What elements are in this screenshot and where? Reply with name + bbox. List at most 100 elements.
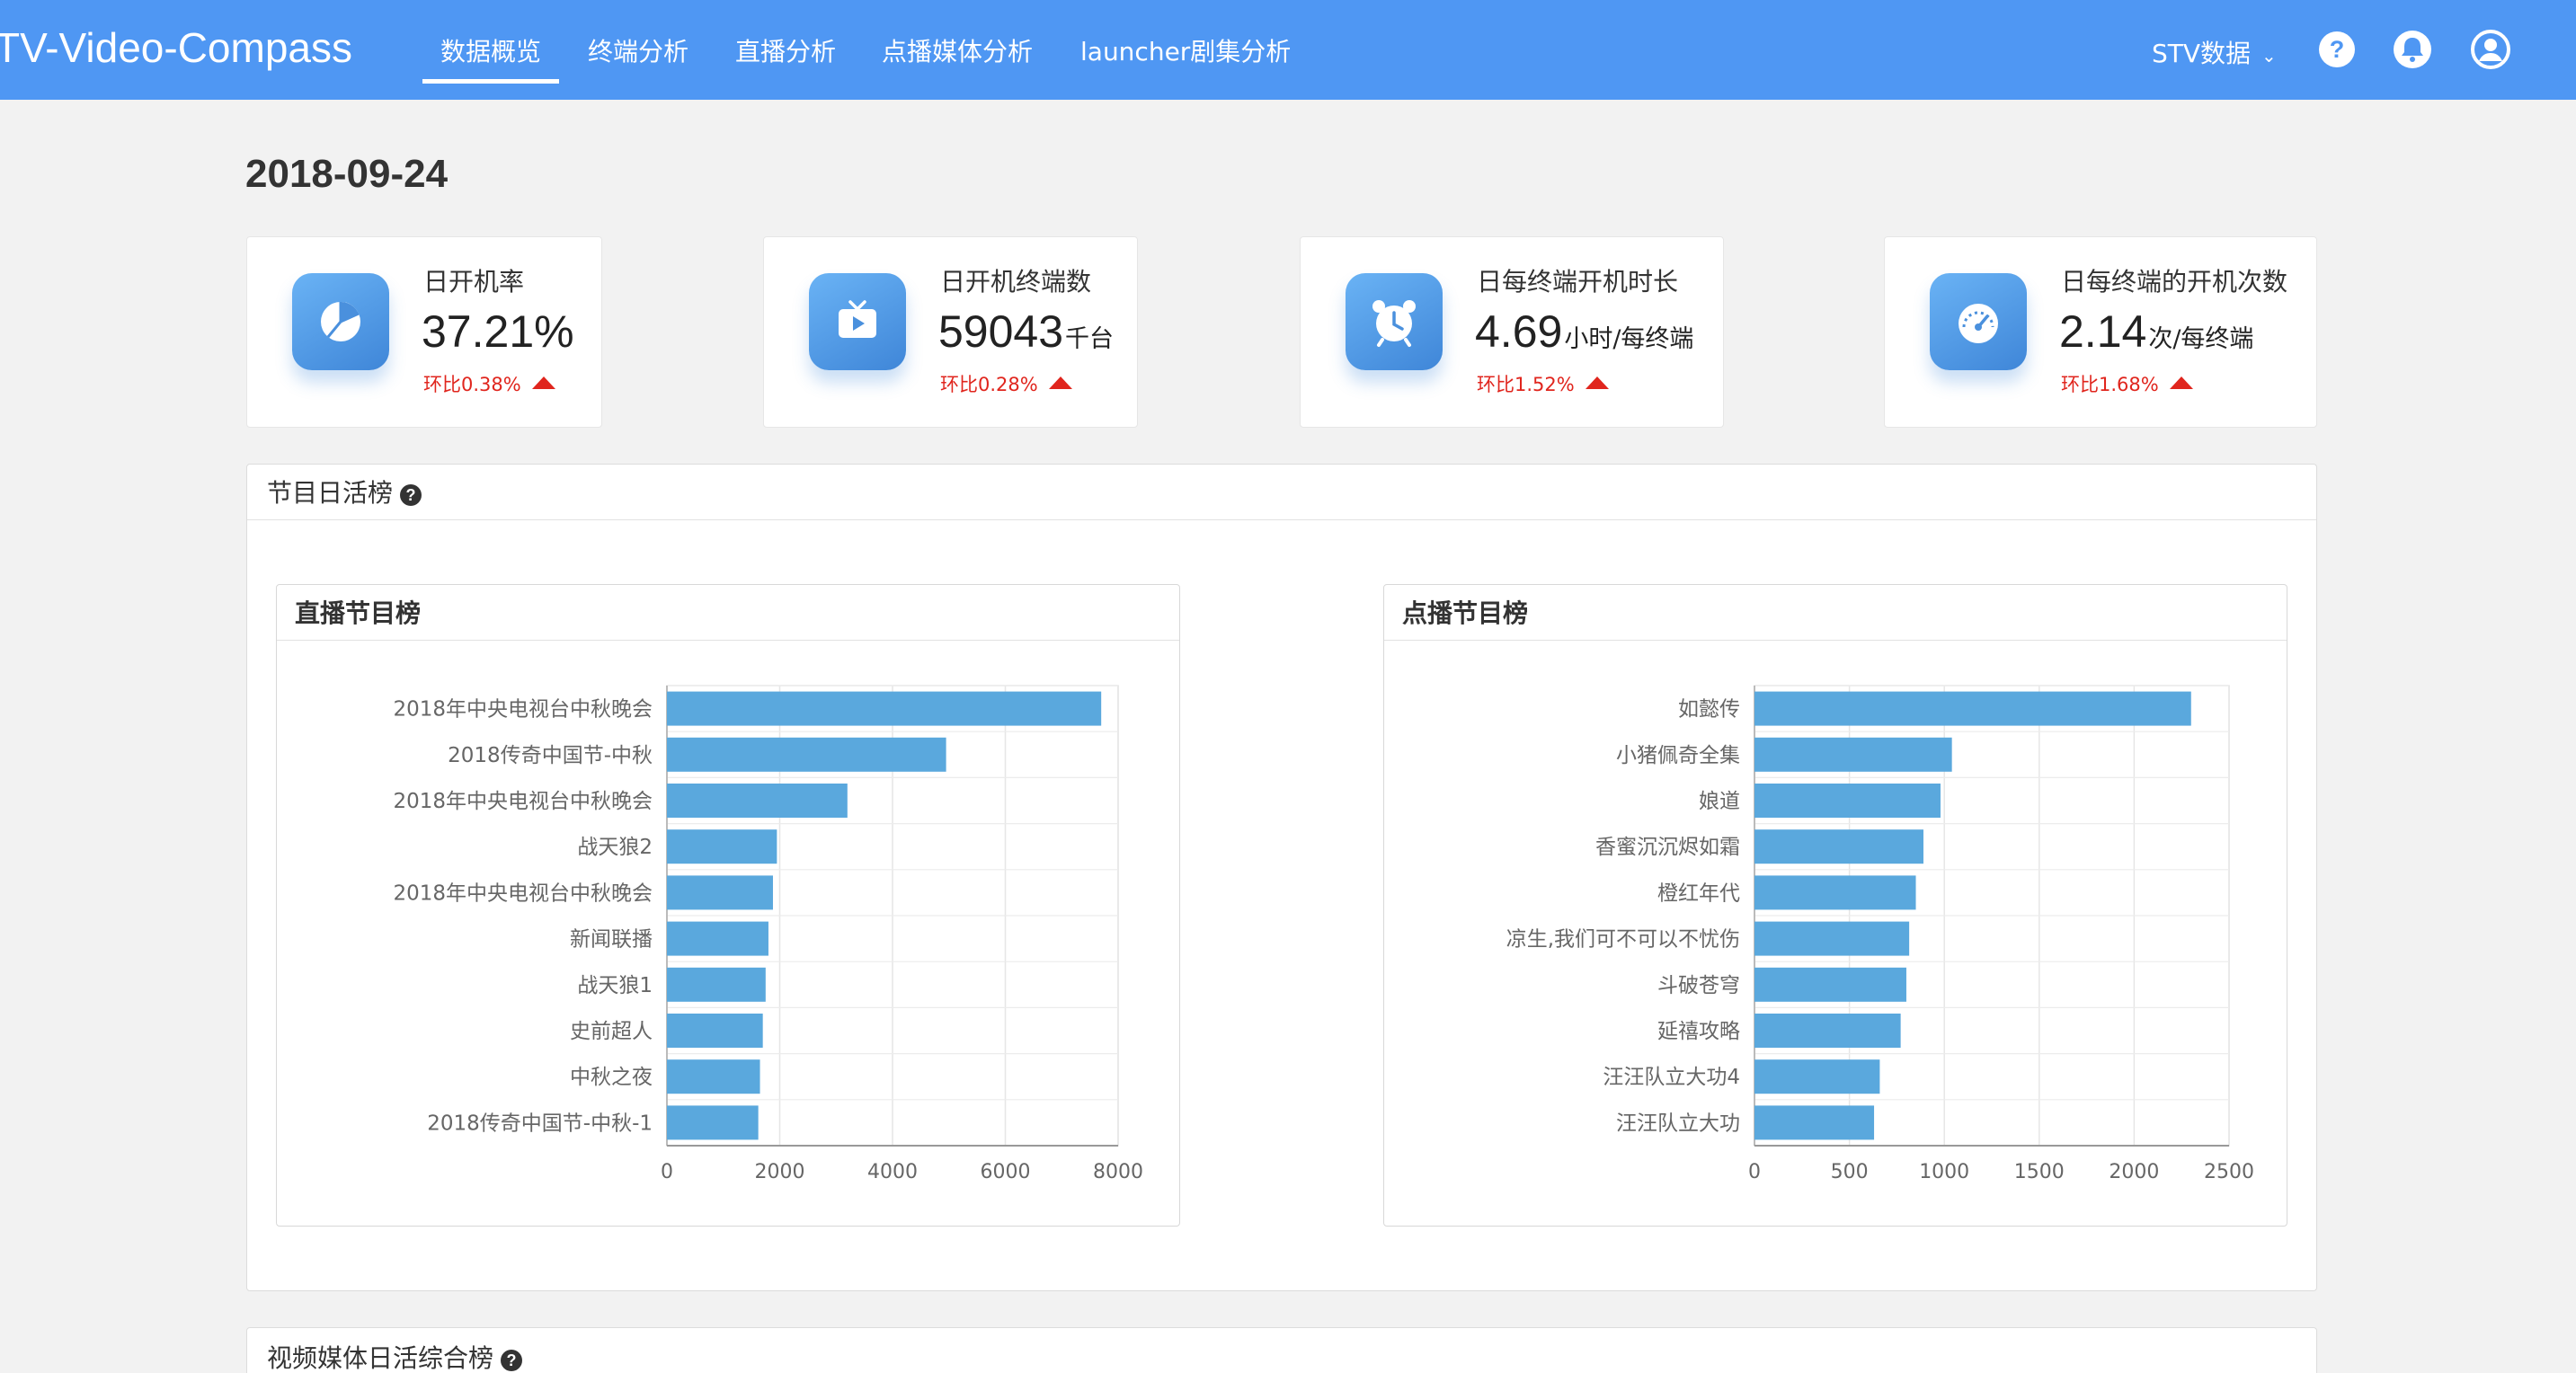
bar[interactable]	[667, 1105, 759, 1140]
kpi-label: 日每终端开机时长	[1477, 267, 1679, 297]
kpi-change: 环比0.28%	[940, 376, 1072, 394]
category-label: 香蜜沉沉烬如霜	[1595, 836, 1740, 859]
bar[interactable]	[667, 737, 946, 772]
x-tick-label: 0	[661, 1161, 673, 1183]
question-circle-icon[interactable]: ?	[501, 1350, 523, 1371]
x-tick-label: 1500	[2014, 1161, 2065, 1183]
live-chart-panel: 直播节目榜 0 2000 4000 6000 8000 2018年中央电视台中秋晚会 201…	[276, 584, 1180, 1227]
chevron-down-icon: ⌄	[2261, 45, 2277, 66]
kpi-label: 日开机终端数	[940, 267, 1092, 297]
bar[interactable]	[667, 921, 768, 956]
kpi-label: 日每终端的开机次数	[2061, 267, 2288, 297]
help-icon[interactable]: ?	[2316, 29, 2358, 70]
category-label: 战天狼1	[577, 974, 653, 997]
kpi-value: 2.14次/每终端	[2059, 309, 2253, 354]
category-label: 橙红年代	[1657, 881, 1740, 905]
category-label: 2018传奇中国节-中秋	[448, 744, 653, 767]
kpi-change: 环比0.38%	[423, 376, 555, 394]
kpi-unit: 次/每终端	[2148, 325, 2254, 353]
nav-item-vod-media[interactable]: 点播媒体分析	[882, 40, 1033, 65]
x-tick-label: 0	[1748, 1161, 1761, 1183]
trend-up-icon	[1585, 376, 1609, 389]
kpi-unit: 千台	[1065, 325, 1115, 353]
category-label: 小猪佩奇全集	[1616, 744, 1740, 767]
trend-up-icon	[1048, 376, 1072, 389]
alarm-clock-icon	[1372, 300, 1416, 347]
kpi-value: 4.69小时/每终端	[1475, 309, 1693, 354]
bar[interactable]	[1754, 1105, 1875, 1140]
bar[interactable]	[667, 784, 848, 818]
kpi-number: 37.21%	[422, 306, 574, 357]
kpi-change-text: 环比0.38%	[423, 374, 521, 395]
kpi-change-text: 环比1.68%	[2061, 374, 2159, 395]
question-circle-icon[interactable]: ?	[400, 484, 422, 506]
kpi-unit: 小时/每终端	[1564, 325, 1694, 353]
kpi-value: 37.21%	[422, 309, 576, 354]
nav-item-launcher[interactable]: launcher剧集分析	[1080, 40, 1291, 65]
x-tick-label: 2000	[2109, 1161, 2159, 1183]
x-tick-label: 2000	[755, 1161, 805, 1183]
bar[interactable]	[1754, 691, 2191, 726]
chart-title: 点播节目榜	[1402, 598, 1529, 628]
vod-bar-chart: 0 500 1000 1500 2000 2500 如懿传小猪佩奇全集娘道香蜜沉沉烬如霜橙红…	[1506, 685, 2254, 1183]
category-label: 汪汪队立大功4	[1603, 1066, 1740, 1089]
kpi-card-active-terminals: 日开机终端数 59043千台 环比0.28%	[763, 236, 1138, 428]
trend-up-icon	[2169, 376, 2193, 389]
kpi-change-text: 环比0.28%	[940, 374, 1038, 395]
x-tick-label: 8000	[1093, 1161, 1143, 1183]
user-menu-label: STV数据	[2152, 39, 2252, 68]
page-date: 2018-09-24	[245, 152, 449, 196]
media-overall-panel: 视频媒体日活综合榜?	[246, 1327, 2317, 1373]
bar[interactable]	[1754, 921, 1910, 956]
kpi-card-power-on-rate: 日开机率 37.21% 环比0.38%	[246, 236, 602, 428]
tv-play-icon	[839, 300, 876, 338]
bar[interactable]	[667, 1014, 763, 1048]
category-label: 娘道	[1699, 790, 1740, 813]
bar[interactable]	[1754, 784, 1941, 818]
category-label: 2018年中央电视台中秋晚会	[393, 881, 653, 905]
panel-title: 视频媒体日活综合榜?	[267, 1343, 523, 1373]
bar[interactable]	[1754, 737, 1952, 772]
category-label: 斗破苍穹	[1657, 974, 1740, 997]
bar[interactable]	[667, 967, 766, 1002]
brand-logo[interactable]: TV-Video-Compass	[0, 27, 352, 68]
kpi-badge	[292, 273, 389, 370]
bar[interactable]	[667, 829, 777, 864]
bar[interactable]	[667, 1059, 760, 1094]
kpi-card-power-on-count: 日每终端的开机次数 2.14次/每终端 环比1.68%	[1884, 236, 2317, 428]
x-tick-label: 1000	[1919, 1161, 1969, 1183]
x-tick-label: 500	[1831, 1161, 1869, 1183]
bar[interactable]	[667, 691, 1102, 726]
bar[interactable]	[1754, 1014, 1901, 1048]
user-icon[interactable]	[2470, 29, 2511, 70]
kpi-label: 日开机率	[423, 267, 525, 297]
subpanel-header: 直播节目榜	[277, 585, 1179, 641]
kpi-badge	[1346, 273, 1443, 370]
live-bar-chart: 0 2000 4000 6000 8000 2018年中央电视台中秋晚会 2018传奇中国节…	[393, 685, 1143, 1183]
bar[interactable]	[667, 875, 773, 910]
category-label: 凉生,我们可不可以不忧伤	[1506, 928, 1740, 952]
trend-up-icon	[531, 376, 555, 389]
user-menu-dropdown[interactable]: STV数据 ⌄	[2152, 41, 2277, 66]
x-tick-label: 4000	[867, 1161, 918, 1183]
kpi-badge	[1930, 273, 2027, 370]
panel-title-text: 视频媒体日活综合榜	[267, 1343, 494, 1373]
nav-item-live[interactable]: 直播分析	[735, 40, 836, 65]
pie-chart-icon	[321, 302, 360, 341]
nav-item-overview[interactable]: 数据概览	[440, 40, 541, 65]
bell-icon[interactable]	[2392, 29, 2433, 70]
nav-active-indicator	[422, 79, 559, 84]
kpi-number: 4.69	[1475, 306, 1563, 357]
kpi-number: 2.14	[2059, 306, 2147, 357]
category-label: 战天狼2	[577, 836, 653, 859]
category-label: 2018传奇中国节-中秋-1	[427, 1112, 653, 1135]
bar[interactable]	[1754, 829, 1923, 864]
category-label: 中秋之夜	[570, 1066, 653, 1089]
bar[interactable]	[1754, 875, 1916, 910]
bar[interactable]	[1754, 1059, 1880, 1094]
nav-item-terminal[interactable]: 终端分析	[588, 40, 688, 65]
bar[interactable]	[1754, 967, 1906, 1002]
gauge-icon	[1959, 304, 1998, 343]
category-label: 汪汪队立大功	[1616, 1112, 1740, 1135]
category-label: 2018年中央电视台中秋晚会	[393, 790, 653, 813]
